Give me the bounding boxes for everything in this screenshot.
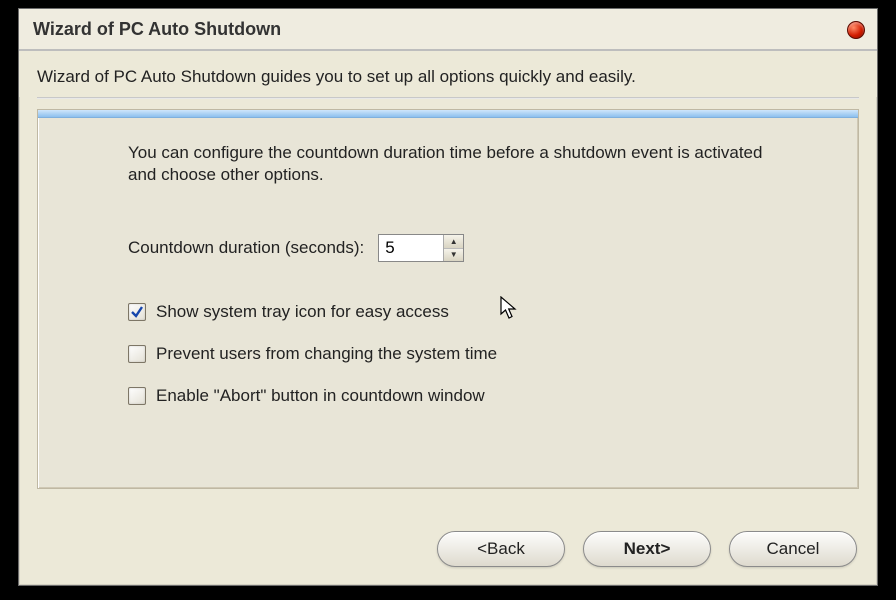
countdown-row: Countdown duration (seconds): ▲ ▼ [128,234,798,262]
countdown-label: Countdown duration (seconds): [128,238,364,258]
divider [37,97,859,99]
option-prevent-time: Prevent users from changing the system t… [128,344,798,364]
button-row: <Back Next> Cancel [437,531,857,567]
option-enable-abort: Enable "Abort" button in countdown windo… [128,386,798,406]
panel-description: You can configure the countdown duration… [128,142,768,186]
checkbox-show-tray[interactable] [128,303,146,321]
titlebar: Wizard of PC Auto Shutdown [19,9,877,51]
option-show-tray: Show system tray icon for easy access [128,302,798,322]
options-panel: You can configure the countdown duration… [37,109,859,489]
option-show-tray-label: Show system tray icon for easy access [156,302,449,322]
spinner-up-icon[interactable]: ▲ [444,235,463,249]
checkbox-enable-abort[interactable] [128,387,146,405]
panel-accent [38,110,858,118]
wizard-subtitle: Wizard of PC Auto Shutdown guides you to… [19,51,877,97]
cancel-button[interactable]: Cancel [729,531,857,567]
checkbox-prevent-time[interactable] [128,345,146,363]
window-title: Wizard of PC Auto Shutdown [33,19,281,39]
spinner-down-icon[interactable]: ▼ [444,249,463,262]
close-icon[interactable] [847,21,865,39]
option-prevent-time-label: Prevent users from changing the system t… [156,344,497,364]
countdown-spinner[interactable]: ▲ ▼ [378,234,464,262]
next-button[interactable]: Next> [583,531,711,567]
wizard-window: Wizard of PC Auto Shutdown Wizard of PC … [18,8,878,586]
spinner-buttons: ▲ ▼ [443,235,463,261]
countdown-input[interactable] [379,235,443,261]
option-enable-abort-label: Enable "Abort" button in countdown windo… [156,386,485,406]
back-button[interactable]: <Back [437,531,565,567]
